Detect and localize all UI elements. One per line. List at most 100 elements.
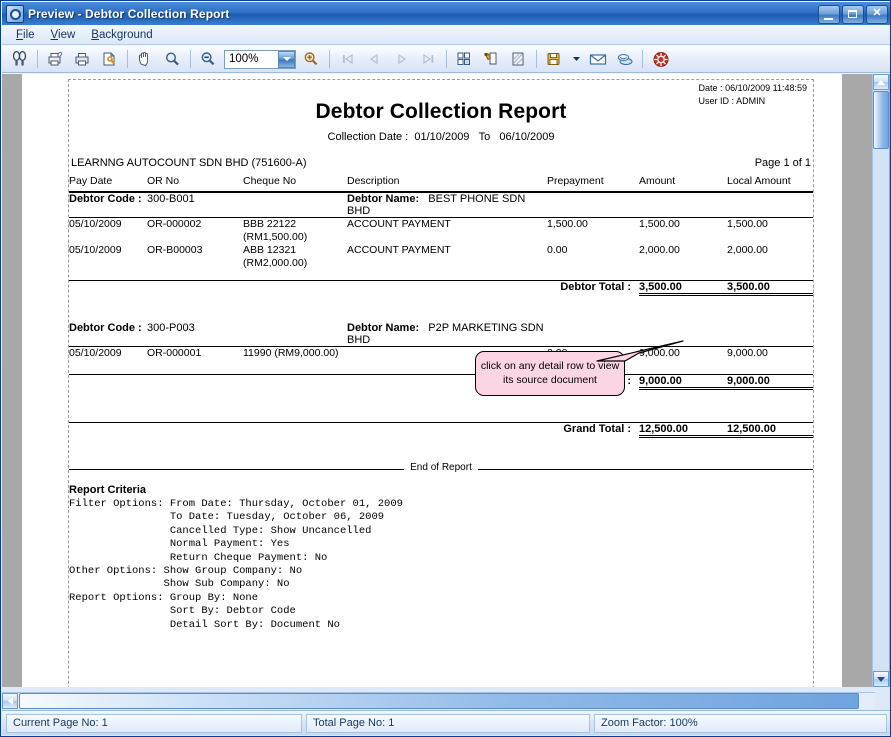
vertical-scroll-thumb[interactable] (873, 91, 889, 149)
close-button[interactable]: ✕ (866, 5, 888, 24)
status-bar: Current Page No: 1 Total Page No: 1 Zoom… (2, 710, 890, 735)
cell-chequeno: BBB 22122 (RM1,500.00) (243, 218, 347, 245)
collection-date-from: 01/10/2009 (414, 131, 470, 143)
toolbar-separator (37, 50, 38, 68)
hand-pan-icon[interactable] (133, 47, 158, 71)
document-viewport[interactable]: Date : 06/10/2009 11:48:59 User ID : ADM… (2, 74, 890, 687)
end-of-report: End of Report (69, 462, 813, 476)
report-page[interactable]: Date : 06/10/2009 11:48:59 User ID : ADM… (22, 74, 842, 687)
scroll-up-button[interactable] (873, 74, 889, 90)
report-date-value: 06/10/2009 11:48:59 (725, 83, 807, 93)
cell-prepayment: 0.00 (547, 244, 568, 256)
background-color-icon[interactable] (479, 47, 504, 71)
menu-bar: File View Background (2, 25, 890, 45)
col-header-chequeno: Cheque No (243, 175, 297, 187)
cell-paydate: 05/10/2009 (69, 347, 122, 359)
preview-window: Preview - Debtor Collection Report ✕ Fil… (0, 0, 891, 737)
debtor-code-label: Debtor Code : (69, 193, 142, 205)
table-row[interactable]: 05/10/2009 OR-B00003 ABB 12321 (RM2,000.… (69, 244, 813, 270)
debtor-name-cell: Debtor Name: P2P MARKETING SDN BHD (347, 322, 547, 347)
menu-item-background[interactable]: Background (83, 27, 160, 43)
company-name: LEARNNG AUTOCOUNT SDN BHD (751600-A) (71, 157, 307, 169)
debtor-code-label: Debtor Code : (69, 322, 142, 334)
toolbar-separator (190, 50, 191, 68)
status-zoom-factor: Zoom Factor: 100% (594, 713, 887, 733)
cell-amount: 1,500.00 (639, 218, 680, 230)
scroll-down-button[interactable] (873, 671, 889, 687)
zoom-out-icon[interactable] (196, 47, 221, 71)
cell-local-amount: 1,500.00 (727, 218, 768, 230)
zoom-combo[interactable]: 100% (224, 49, 296, 69)
chevron-up-icon (877, 79, 885, 85)
cell-prepayment: 1,500.00 (547, 218, 588, 230)
page-gutter-left (2, 74, 22, 687)
send-mail-icon[interactable] (585, 47, 610, 71)
zoom-tool-icon[interactable] (160, 47, 185, 71)
group-header-row: Debtor Code : 300-B001 Debtor Name: BEST… (69, 192, 813, 218)
publish-icon[interactable] (612, 47, 637, 71)
grand-total-local: 12,500.00 (727, 422, 813, 438)
close-preview-icon[interactable] (648, 47, 673, 71)
menu-item-file[interactable]: File (8, 27, 43, 43)
toolbar-separator (127, 50, 128, 68)
callout-tail (596, 340, 684, 362)
toolbar-separator (536, 50, 537, 68)
vertical-scrollbar[interactable] (872, 74, 889, 687)
export-save-icon[interactable] (542, 47, 567, 71)
report-user-line: User ID : ADMIN (699, 95, 807, 108)
debtor-name-label: Debtor Name: (347, 193, 420, 205)
menu-label-file: ile (23, 28, 35, 41)
menu-label-background: ackground (98, 28, 153, 41)
collection-date-label: Collection Date : (327, 131, 409, 143)
chevron-down-icon[interactable] (278, 50, 295, 68)
toolbar: ? 100% (2, 46, 890, 73)
multi-page-icon[interactable] (452, 47, 477, 71)
report-user-label: User ID : (698, 96, 735, 106)
grand-total-label: Grand Total : (563, 423, 631, 435)
scroll-left-button[interactable] (2, 693, 18, 709)
find-icon[interactable] (7, 47, 32, 71)
group-header-row: Debtor Code : 300-P003 Debtor Name: P2P … (69, 322, 813, 347)
zoom-in-icon[interactable] (299, 47, 324, 71)
report-meta: Date : 06/10/2009 11:48:59 User ID : ADM… (699, 82, 807, 108)
end-of-report-label: End of Report (404, 462, 478, 473)
watermark-icon[interactable] (506, 47, 531, 71)
grand-total-amount: 12,500.00 (639, 422, 727, 438)
maximize-button[interactable] (842, 5, 864, 24)
previous-page-icon[interactable] (362, 47, 387, 71)
debtor-total-row: Debtor Total : 9,000.00 9,000.00 (69, 374, 813, 390)
report-criteria-title: Report Criteria (69, 484, 147, 496)
horizontal-scroll-thumb[interactable] (19, 693, 859, 709)
group-gap (69, 295, 813, 323)
debtor-total-local: 9,000.00 (727, 374, 813, 390)
grand-total-gap (69, 389, 813, 417)
company-line: LEARNNG AUTOCOUNT SDN BHD (751600-A) Pag… (69, 157, 813, 169)
last-page-icon[interactable] (416, 47, 441, 71)
table-row[interactable]: 05/10/2009 OR-000002 BBB 22122 (RM1,500.… (69, 218, 813, 245)
cheque-line-1: BBB 22122 (243, 218, 297, 230)
minimize-button[interactable] (818, 5, 840, 24)
chevron-left-icon (7, 697, 13, 705)
first-page-icon[interactable] (335, 47, 360, 71)
report-user-value: ADMIN (736, 96, 766, 106)
debtor-total-amount: 9,000.00 (639, 374, 727, 390)
callout-tooltip: click on any detail row to view its sour… (475, 340, 684, 396)
export-dropdown-icon[interactable] (569, 47, 583, 71)
status-total-page: Total Page No: 1 (306, 713, 590, 733)
horizontal-scrollbar[interactable] (2, 692, 875, 709)
col-header-paydate: Pay Date (69, 175, 113, 187)
title-bar: Preview - Debtor Collection Report ✕ (2, 2, 890, 25)
zoom-value[interactable]: 100% (225, 53, 278, 65)
report-criteria-text: Filter Options: From Date: Thursday, Oct… (69, 498, 403, 631)
toolbar-separator (642, 50, 643, 68)
cheque-line-1: ABB 12321 (243, 244, 297, 256)
table-row[interactable]: 05/10/2009 OR-000001 11990 (RM9,000.00) … (69, 347, 813, 361)
debtor-total-local: 3,500.00 (727, 280, 813, 296)
menu-item-view[interactable]: View (43, 27, 84, 43)
print-options-icon[interactable] (97, 47, 122, 71)
next-page-icon[interactable] (389, 47, 414, 71)
print-icon[interactable] (70, 47, 95, 71)
print-setup-icon[interactable]: ? (43, 47, 68, 71)
debtor-name-cell: Debtor Name: BEST PHONE SDN BHD (347, 192, 547, 218)
chevron-down-icon (877, 676, 885, 682)
